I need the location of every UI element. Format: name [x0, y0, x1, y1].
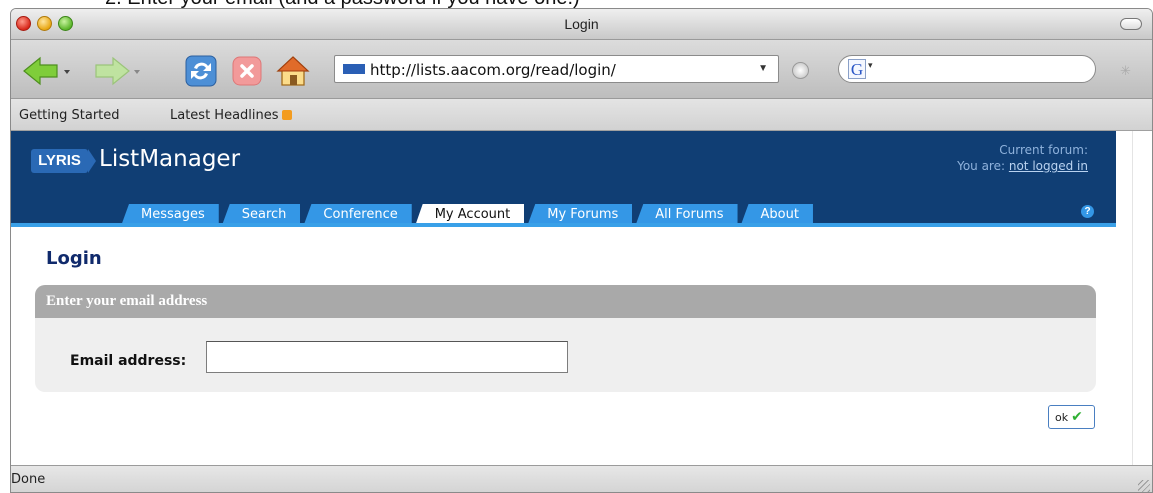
google-icon[interactable]: G [848, 59, 866, 79]
scrollbar-area [1132, 131, 1152, 465]
ok-button[interactable]: ok ✔ [1048, 405, 1095, 429]
back-dropdown-icon [64, 70, 70, 74]
status-bar: Done [11, 465, 1152, 492]
window-title: Login [564, 16, 599, 32]
forum-status: Current forum: You are: not logged in [957, 142, 1088, 174]
search-box[interactable]: G ▾ [838, 55, 1096, 83]
current-forum-label: Current forum: [999, 143, 1088, 157]
email-label: Email address: [70, 353, 187, 369]
panel-heading: Enter your email address [35, 285, 1096, 318]
home-button[interactable] [276, 54, 310, 88]
forward-dropdown-icon [134, 70, 140, 74]
back-arrow-icon [23, 56, 58, 86]
bookmarks-bar: Getting Started Latest Headlines [11, 99, 1152, 131]
login-status-link[interactable]: not logged in [1009, 159, 1088, 173]
checkmark-icon: ✔ [1071, 409, 1083, 425]
you-are-label: You are: [957, 159, 1006, 173]
title-bar: Login [11, 9, 1152, 40]
reload-button[interactable] [184, 54, 218, 88]
activity-throbber-icon: ✳ [1120, 63, 1131, 78]
ok-label: ok [1055, 411, 1069, 424]
email-field[interactable] [206, 341, 568, 373]
help-icon[interactable]: ? [1081, 205, 1094, 218]
page-content: LYRIS ListManager Current forum: You are… [11, 131, 1132, 465]
go-button[interactable] [792, 62, 809, 79]
site-icon [343, 64, 365, 74]
bookmark-latest-headlines-label: Latest Headlines [170, 108, 279, 123]
resize-grip-icon[interactable] [1138, 480, 1150, 492]
stop-button[interactable] [230, 54, 264, 88]
navigation-toolbar: http://lists.aacom.org/read/login/ ▼ G ▾… [11, 40, 1152, 99]
page-title: Login [46, 248, 102, 269]
search-engine-dropdown-icon[interactable]: ▾ [868, 60, 873, 71]
forward-arrow-icon [95, 56, 130, 86]
url-text: http://lists.aacom.org/read/login/ [370, 61, 616, 79]
address-bar[interactable]: http://lists.aacom.org/read/login/ ▼ [334, 55, 779, 83]
url-dropdown-icon[interactable]: ▼ [758, 63, 768, 74]
app-name: ListManager [99, 146, 241, 172]
browser-window: Login http://lists.aacom.org/read/login/… [10, 8, 1153, 493]
back-button[interactable] [21, 54, 77, 88]
forward-button[interactable] [91, 54, 147, 88]
rss-feed-icon [281, 110, 292, 120]
bookmark-getting-started[interactable]: Getting Started [19, 108, 120, 123]
toolbar-toggle-button[interactable] [1120, 18, 1142, 30]
header-strip [11, 223, 1116, 227]
bookmark-latest-headlines[interactable]: Latest Headlines [170, 108, 292, 123]
reload-icon [185, 55, 217, 87]
login-status-line: You are: not logged in [957, 158, 1088, 174]
status-text: Done [11, 472, 46, 487]
site-header: LYRIS ListManager Current forum: You are… [11, 131, 1116, 227]
lyris-logo: LYRIS [31, 149, 96, 173]
login-panel: Enter your email address Email address: [35, 285, 1096, 392]
